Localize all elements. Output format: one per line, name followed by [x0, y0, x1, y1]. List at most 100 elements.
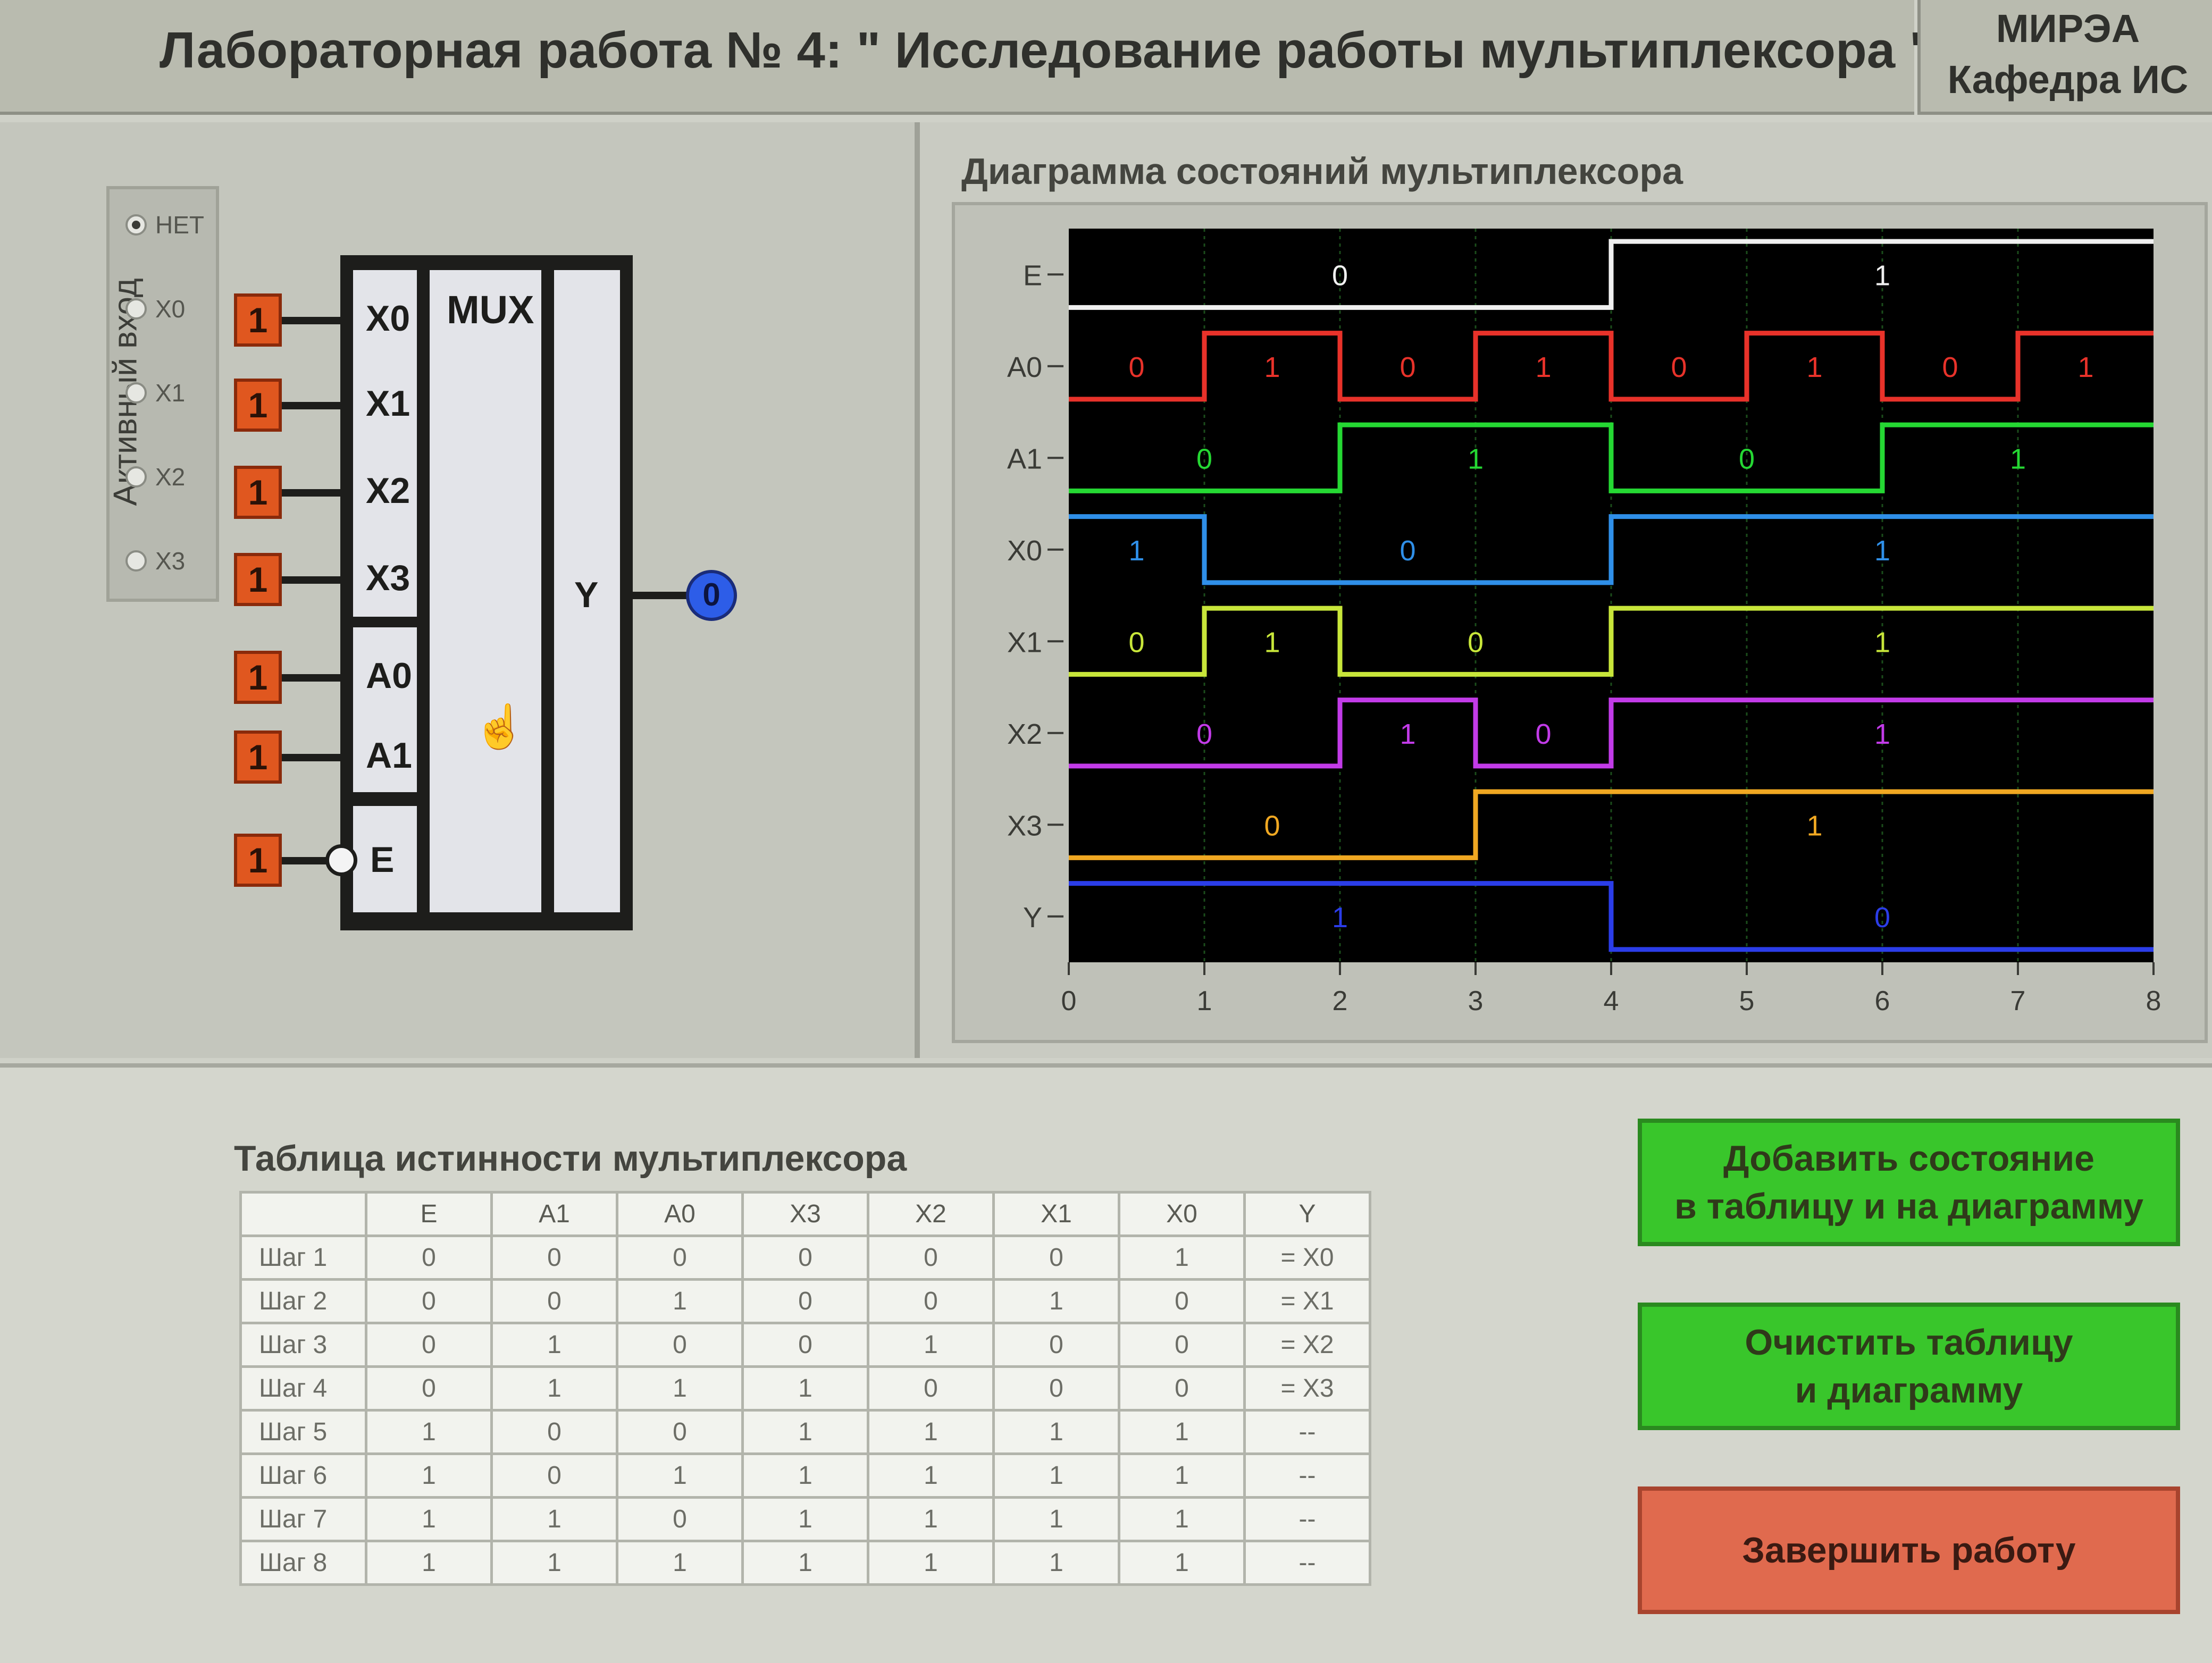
radio-none[interactable]: НЕТ: [125, 211, 204, 239]
table-cell: --: [1243, 1409, 1371, 1455]
signal-value-label: 0: [1874, 902, 1890, 934]
pin-e-label: E: [370, 839, 395, 880]
signal-value-label: 0: [1196, 718, 1212, 750]
table-header-row: E A1 A0 X3 X2 X1 X0 Y: [239, 1191, 1371, 1237]
table-cell: 0: [867, 1278, 995, 1324]
table-cell: 1: [1118, 1452, 1246, 1499]
radio-label: X3: [155, 547, 186, 575]
signal-value-label: 0: [1468, 626, 1484, 658]
table-row: Шаг 1 0 0 0 0 0 0 1 = X0: [239, 1234, 1371, 1281]
table-cell: 0: [365, 1234, 493, 1281]
radio-dot[interactable]: [125, 466, 147, 488]
row-step-label: Шаг 3: [239, 1322, 367, 1368]
input-x2-button[interactable]: 1: [234, 466, 282, 519]
table-cell: 1: [1118, 1234, 1246, 1281]
table-cell: 0: [616, 1409, 744, 1455]
table-cell: 1: [616, 1540, 744, 1586]
table-cell: 1: [365, 1496, 493, 1542]
table-cell: 0: [741, 1278, 869, 1324]
table-cell: 1: [867, 1540, 995, 1586]
signal-value-label: 1: [1264, 351, 1280, 383]
row-step-label: Шаг 2: [239, 1278, 367, 1324]
radio-x0[interactable]: X0: [125, 295, 185, 323]
signal-name-label: X1: [1007, 626, 1042, 658]
table-cell: 0: [867, 1234, 995, 1281]
signal-value-label: 1: [2010, 443, 2026, 475]
table-cell: 1: [1118, 1540, 1246, 1586]
input-x3-button[interactable]: 1: [234, 553, 282, 606]
table-cell: 1: [741, 1365, 869, 1412]
radio-label: НЕТ: [155, 211, 204, 239]
table-cell: 1: [992, 1278, 1120, 1324]
wire-a1: [282, 754, 346, 761]
signal-name-label: A0: [1007, 351, 1042, 383]
table-cell: 1: [365, 1452, 493, 1499]
table-cell: 0: [616, 1234, 744, 1281]
table-cell: = X1: [1243, 1278, 1371, 1324]
signal-value-label: 1: [1874, 626, 1890, 658]
enable-inverter-bubble: [325, 844, 357, 876]
table-cell: 1: [490, 1496, 618, 1542]
signal-value-label: 0: [1400, 535, 1415, 567]
row-step-label: Шаг 6: [239, 1452, 367, 1499]
table-cell: 1: [992, 1452, 1120, 1499]
table-row: Шаг 6 1 0 1 1 1 1 1 --: [239, 1452, 1371, 1499]
department-name: Кафедра ИС: [1947, 57, 2189, 102]
table-cell: 0: [490, 1278, 618, 1324]
radio-x2[interactable]: X2: [125, 463, 185, 491]
table-cell: 0: [365, 1322, 493, 1368]
signal-value-label: 0: [1942, 351, 1958, 383]
row-step-label: Шаг 4: [239, 1365, 367, 1412]
table-cell: 0: [490, 1234, 618, 1281]
add-state-button[interactable]: Добавить состояние в таблицу и на диагра…: [1638, 1119, 2180, 1246]
timing-diagram: 0 1 E 0 1 0 1 0 1 0 1 A0 0 1 0 1 A1 1 0 1 X0 0 1 0 1 X1 0 1 0 1 X2 0 1 X3…: [1007, 229, 2161, 1017]
signal-value-label: 0: [1264, 810, 1280, 842]
radio-label: X2: [155, 463, 186, 491]
x-tick-label: 4: [1604, 986, 1619, 1017]
clear-table-button[interactable]: Очистить таблицу и диаграмму: [1638, 1303, 2180, 1430]
radio-dot[interactable]: [125, 550, 147, 572]
radio-x3[interactable]: X3: [125, 547, 185, 575]
input-x0-button[interactable]: 1: [234, 293, 282, 347]
radio-dot[interactable]: [125, 298, 147, 320]
x-tick-label: 3: [1468, 986, 1484, 1017]
radio-x1[interactable]: X1: [125, 379, 185, 407]
x-tick-label: 0: [1061, 986, 1077, 1017]
table-row: Шаг 7 1 1 0 1 1 1 1 --: [239, 1496, 1371, 1542]
hand-cursor-icon: ☝: [473, 703, 526, 750]
mux-body: [430, 270, 541, 912]
table-cell: 1: [490, 1322, 618, 1368]
finish-work-button[interactable]: Завершить работу: [1638, 1486, 2180, 1614]
table-cell: 0: [992, 1234, 1120, 1281]
row-step-label: Шаг 8: [239, 1540, 367, 1586]
table-cell: 1: [867, 1322, 995, 1368]
radio-dot[interactable]: [125, 382, 147, 404]
signal-name-label: Y: [1023, 902, 1042, 934]
radio-dot[interactable]: [125, 214, 147, 236]
table-row: Шаг 5 1 0 0 1 1 1 1 --: [239, 1409, 1371, 1455]
table-cell: --: [1243, 1452, 1371, 1499]
signal-name-label: A1: [1007, 443, 1042, 475]
column-header: A0: [616, 1191, 744, 1237]
column-header: X3: [741, 1191, 869, 1237]
table-cell: = X2: [1243, 1322, 1371, 1368]
x-tick-label: 8: [2146, 986, 2161, 1017]
signal-value-label: 0: [1128, 351, 1144, 383]
column-header: X2: [867, 1191, 995, 1237]
table-cell: 1: [992, 1409, 1120, 1455]
input-e-button[interactable]: 1: [234, 834, 282, 887]
x-tick-label: 5: [1739, 986, 1755, 1017]
wire-x2: [282, 489, 346, 497]
chart-title: Диаграмма состояний мультиплексора: [961, 150, 1683, 192]
table-cell: 1: [616, 1278, 744, 1324]
input-a1-button[interactable]: 1: [234, 730, 282, 784]
column-header: X0: [1118, 1191, 1246, 1237]
table-cell: 1: [867, 1409, 995, 1455]
input-x1-button[interactable]: 1: [234, 379, 282, 432]
table-cell: 0: [616, 1322, 744, 1368]
active-input-group: Активный вход НЕТ X0 X1 X2 X3: [106, 186, 219, 602]
input-a0-button[interactable]: 1: [234, 651, 282, 704]
table-cell: 0: [490, 1409, 618, 1455]
radio-label: X0: [155, 295, 186, 323]
x-tick-label: 6: [1875, 986, 1890, 1017]
